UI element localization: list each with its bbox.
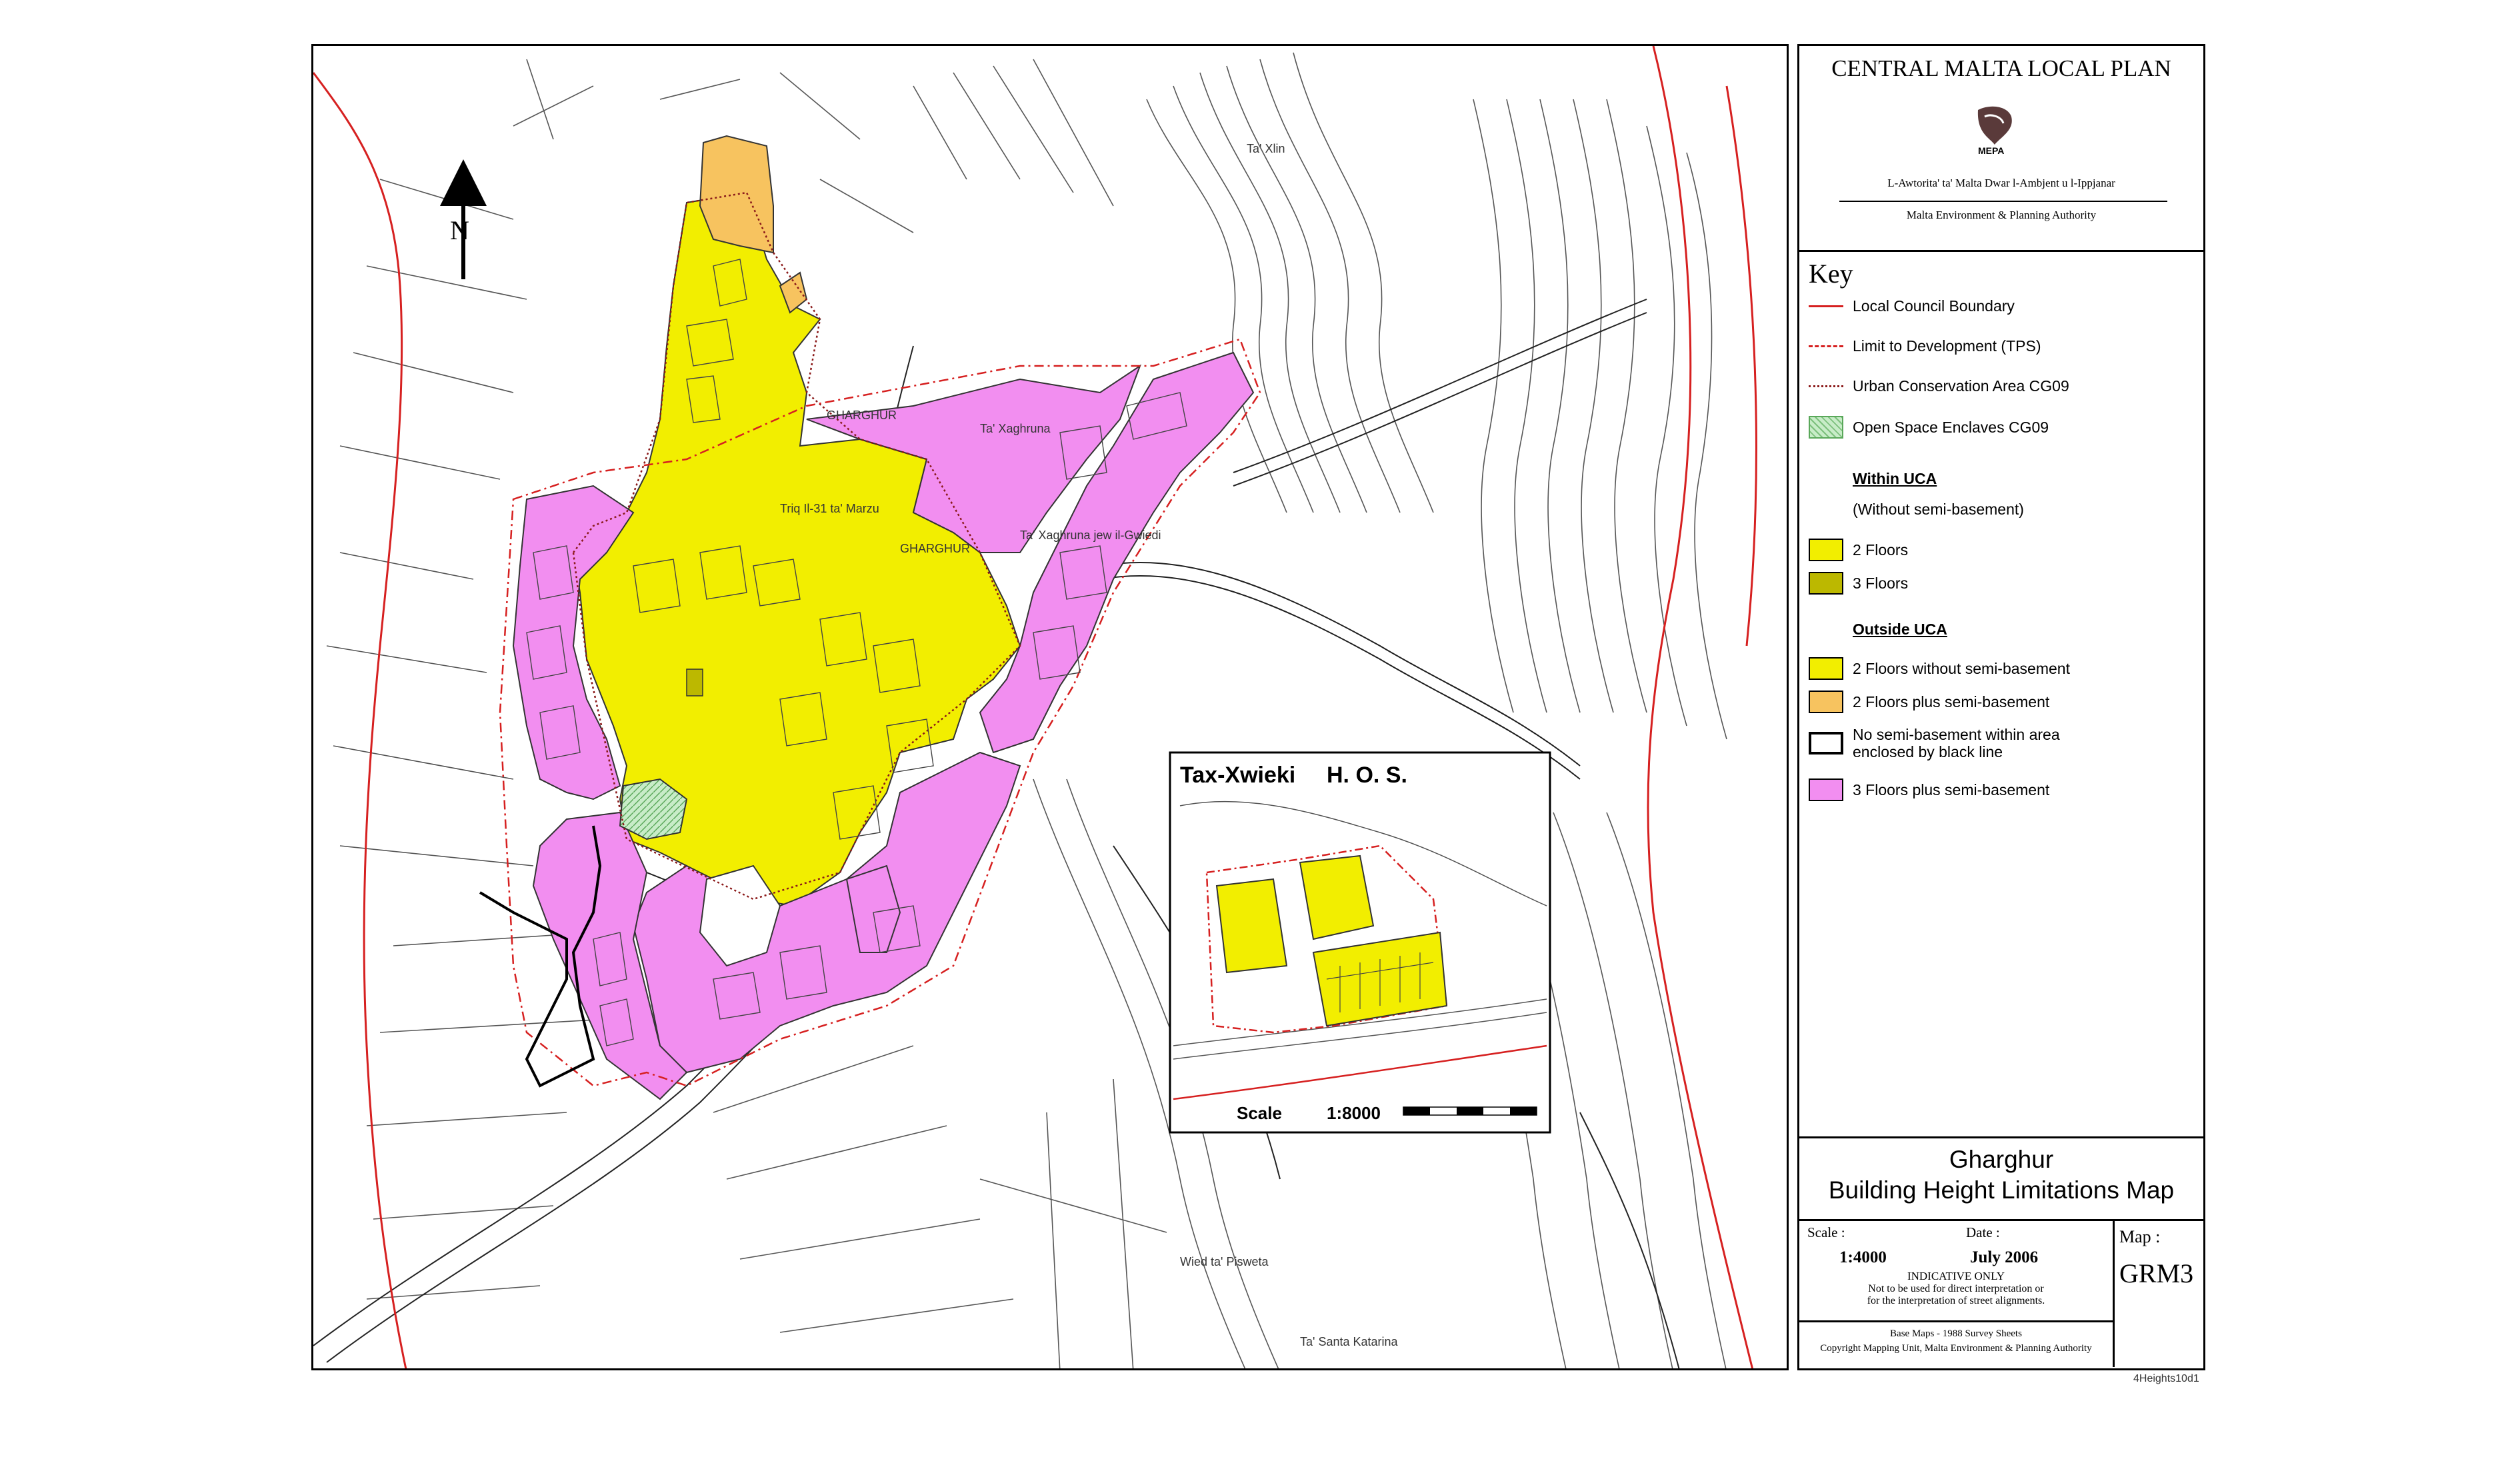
place-label-xaghruna: Ta' Xaghruna — [980, 422, 1051, 435]
key-label-tps-limit: Limit to Development (TPS) — [1853, 337, 2041, 355]
inset-title: Tax-Xwieki — [1180, 762, 1295, 788]
tps-limit-line-icon — [1809, 345, 1843, 347]
header-divider — [1799, 250, 2203, 252]
footer-line-2: Copyright Mapping Unit, Malta Environmen… — [1820, 1343, 2092, 1354]
map-drawing: GHARGHUR GHARGHUR Ta' Xaghruna Ta' Xaghr… — [313, 46, 1757, 1368]
within-uca-heading: Within UCA — [1853, 470, 1937, 487]
street-label-31-marzu: Triq Il-31 ta' Marzu — [780, 502, 879, 515]
key-label-2-floors-no-basement: 2 Floors without semi-basement — [1853, 659, 2070, 677]
swatch-2-floors-no-basement — [1809, 657, 1843, 680]
outside-uca-heading: Outside UCA — [1853, 621, 1947, 638]
north-label: N — [450, 215, 469, 245]
zone-2-floors-semi-basement[interactable] — [699, 135, 774, 254]
map-canvas[interactable]: GHARGHUR GHARGHUR Ta' Xaghruna Ta' Xaghr… — [311, 44, 1789, 1370]
key-row-3-floors-semi-basement: 3 Floors plus semi-basement — [1809, 776, 2049, 803]
map-title-place: Gharghur — [1949, 1146, 2054, 1173]
place-label-santa-katarina: Ta' Santa Katarina — [1300, 1335, 1399, 1348]
disclaimer-line-1: Not to be used for direct interpretation… — [1868, 1283, 2044, 1294]
inset-subtitle: H. O. S. — [1327, 762, 1407, 788]
authority-divider — [1839, 201, 2167, 202]
key-row-tps-limit: Limit to Development (TPS) — [1809, 333, 2041, 359]
key-label-open-space: Open Space Enclaves CG09 — [1853, 418, 2049, 436]
place-label-gharghur-1: GHARGHUR — [827, 409, 897, 422]
map-code: GRM3 — [2119, 1258, 2194, 1288]
swatch-no-semi-basement — [1809, 732, 1843, 754]
map-code-label: Map : — [2119, 1227, 2161, 1246]
inset-scale-value: 1:8000 — [1327, 1103, 1381, 1123]
key-heading: Key — [1809, 259, 1853, 289]
file-reference: 4Heights10d1 — [2133, 1373, 2199, 1384]
key-label-uca: Urban Conservation Area CG09 — [1853, 377, 2069, 395]
council-boundary-line-icon — [1809, 305, 1843, 307]
swatch-2-floors-semi-basement — [1809, 691, 1843, 713]
zone-3-floors[interactable] — [686, 669, 703, 697]
north-arrow-icon: N — [440, 159, 487, 279]
key-label-2-floors-semi-basement: 2 Floors plus semi-basement — [1853, 693, 2050, 711]
indicative-note: INDICATIVE ONLY — [1907, 1270, 2005, 1282]
inset-map[interactable]: Tax-Xwieki H. O. S. Scale 1:8000 — [1169, 751, 1551, 1134]
place-label-gharghur-2: GHARGHUR — [900, 542, 970, 555]
key-label-no-semi-basement: No semi-basement within area enclosed by… — [1853, 726, 2060, 760]
title-divider — [1799, 1136, 2203, 1138]
authority-english-name: Malta Environment & Planning Authority — [1906, 209, 2097, 221]
key-row-uca: Urban Conservation Area CG09 — [1809, 373, 2069, 399]
footer-line-1: Base Maps - 1988 Survey Sheets — [1890, 1328, 2022, 1339]
mepa-logo-icon: MEPA — [1971, 103, 2018, 157]
within-uca-note: (Without semi-basement) — [1853, 501, 2024, 518]
swatch-3-floors-semi-basement — [1809, 778, 1843, 801]
scale-value: 1:4000 — [1839, 1248, 1887, 1266]
meta-block: Scale : Date : 1:4000 July 2006 INDICATI… — [1799, 1219, 2113, 1306]
scale-label: Scale : — [1807, 1224, 1845, 1240]
place-label-xaghruna-gwiedi: Ta' Xaghruna jew il-Gwiedi — [1020, 529, 1161, 542]
key-row-council-boundary: Local Council Boundary — [1809, 293, 2015, 319]
inset-scale-label: Scale — [1237, 1103, 1282, 1123]
key-label-2-floors: 2 Floors — [1853, 541, 1909, 559]
uca-line-icon — [1809, 385, 1843, 387]
inset-scale-bar — [1403, 1106, 1537, 1116]
key-row-2-floors: 2 Floors — [1809, 537, 1908, 563]
key-row-open-space: Open Space Enclaves CG09 — [1809, 414, 2049, 441]
authority-maltese-name: L-Awtorita' ta' Malta Dwar l-Ambjent u l… — [1887, 177, 2115, 189]
swatch-3-floors — [1809, 572, 1843, 595]
date-label: Date : — [1966, 1224, 2000, 1240]
inset-zone-north[interactable] — [1299, 854, 1375, 940]
key-row-3-floors: 3 Floors — [1809, 570, 1908, 597]
open-space-swatch — [1809, 416, 1843, 439]
key-row-no-semi-basement: No semi-basement within area enclosed by… — [1809, 725, 2119, 762]
legend-panel: CENTRAL MALTA LOCAL PLAN MEPA L-Awtorita… — [1797, 44, 2205, 1370]
key-label-council-boundary: Local Council Boundary — [1853, 297, 2015, 315]
key-label-3-floors: 3 Floors — [1853, 574, 1909, 592]
map-title-subject: Building Height Limitations Map — [1828, 1176, 2175, 1204]
meta-vertical-divider — [2113, 1219, 2115, 1367]
plan-title: CENTRAL MALTA LOCAL PLAN — [1831, 55, 2171, 81]
key-row-2-floors-no-basement: 2 Floors without semi-basement — [1809, 655, 2070, 682]
place-label-wied-pisweta: Wied ta' Pisweta — [1180, 1255, 1269, 1268]
place-label-ta-xlin: Ta' Xlin — [1247, 142, 1285, 155]
key-row-2-floors-semi-basement: 2 Floors plus semi-basement — [1809, 689, 2049, 715]
footer-divider — [1799, 1320, 2113, 1322]
key-label-3-floors-semi-basement: 3 Floors plus semi-basement — [1853, 780, 2050, 798]
disclaimer-line-2: for the interpretation of street alignme… — [1867, 1295, 2045, 1306]
logo-text: MEPA — [1978, 145, 2004, 156]
date-value: July 2006 — [1970, 1248, 2039, 1266]
swatch-2-floors — [1809, 539, 1843, 561]
